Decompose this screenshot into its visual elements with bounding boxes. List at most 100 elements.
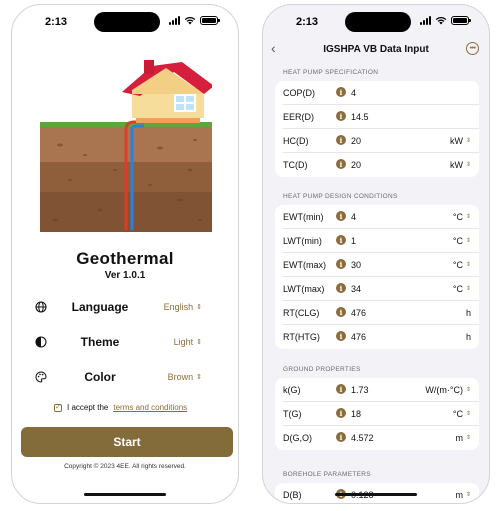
info-icon[interactable]: i — [336, 259, 346, 269]
unit-picker[interactable]: °C ⇕ — [453, 236, 471, 246]
half-circle-icon — [34, 335, 48, 349]
parameter-value-field[interactable]: 1.73 — [351, 385, 369, 395]
parameter-value-field[interactable]: 14.5 — [351, 112, 369, 122]
screenshot-canvas: 2:13 Geothermal Ver 1.0.1 Language Engli… — [0, 0, 502, 511]
dynamic-island — [94, 12, 160, 32]
info-icon[interactable]: i — [336, 159, 346, 169]
home-indicator — [335, 493, 417, 496]
form-row: T(G) i 18 °C ⇕ — [283, 402, 479, 426]
navigation-bar: ‹ IGSHPA VB Data Input ••• — [263, 37, 489, 63]
unit-text: °C — [452, 236, 463, 246]
parameter-value-field[interactable]: 476 — [351, 308, 366, 318]
color-setting-row: Color Brown ⇕ — [34, 367, 218, 387]
info-icon[interactable]: i — [336, 384, 346, 394]
globe-icon — [34, 300, 48, 314]
chevron-up-down-icon: ⇕ — [465, 262, 471, 268]
chevron-up-down-icon: ⇕ — [465, 238, 471, 244]
parameter-label: EWT(max) — [283, 260, 326, 270]
more-options-icon[interactable]: ••• — [466, 42, 479, 55]
section-title: HEAT PUMP SPECIFICATION — [283, 69, 379, 76]
dynamic-island — [345, 12, 411, 32]
unit-picker[interactable]: °C ⇕ — [453, 212, 471, 222]
parameter-label: T(G) — [283, 409, 302, 419]
info-icon[interactable]: i — [336, 135, 346, 145]
color-picker[interactable]: Brown ⇕ — [168, 372, 202, 382]
parameter-label: COP(D) — [283, 88, 315, 98]
unit-picker[interactable]: kW ⇕ — [450, 160, 471, 170]
palette-icon — [34, 370, 48, 384]
unit-text: °C — [452, 409, 463, 419]
parameter-value-field[interactable]: 20 — [351, 160, 361, 170]
copyright-text: Copyright © 2023 4EE. All rights reserve… — [64, 463, 186, 470]
unit-picker[interactable]: m ⇕ — [455, 433, 471, 443]
parameter-value-field[interactable]: 18 — [351, 409, 361, 419]
section-title: GROUND PROPERTIES — [283, 366, 361, 373]
signal-icon — [169, 16, 180, 25]
form-row: D(G,O) i 4.572 m ⇕ — [283, 426, 479, 450]
wifi-icon — [435, 16, 447, 25]
parameter-value-field[interactable]: 4 — [351, 88, 356, 98]
parameter-label: EER(D) — [283, 112, 314, 122]
parameter-value-field[interactable]: 4.572 — [351, 433, 374, 443]
phone-welcome-screen: 2:13 Geothermal Ver 1.0.1 Language Engli… — [11, 4, 239, 504]
form-row: RT(CLG) i 476 h — [283, 301, 479, 325]
unit-text: m — [455, 490, 463, 500]
form-row: HC(D) i 20 kW ⇕ — [283, 129, 479, 153]
unit-text: h — [465, 308, 471, 318]
form-row: LWT(min) i 1 °C ⇕ — [283, 229, 479, 253]
parameter-value-field[interactable]: 34 — [351, 284, 361, 294]
wifi-icon — [184, 16, 196, 25]
terms-checkbox[interactable]: ✓ — [54, 403, 62, 412]
parameter-label: RT(HTG) — [283, 332, 320, 342]
theme-setting-row: Theme Light ⇕ — [34, 332, 218, 352]
chevron-up-down-icon: ⇕ — [196, 373, 202, 381]
theme-picker[interactable]: Light ⇕ — [174, 337, 202, 347]
parameter-label: LWT(max) — [283, 284, 325, 294]
unit-label: h — [466, 332, 471, 342]
form-row: LWT(max) i 34 °C ⇕ — [283, 277, 479, 301]
status-time: 2:13 — [296, 16, 319, 28]
chevron-up-down-icon: ⇕ — [196, 303, 202, 311]
parameter-value-field[interactable]: 30 — [351, 260, 361, 270]
language-picker[interactable]: English ⇕ — [164, 302, 202, 312]
unit-picker[interactable]: W/(m·°C) ⇕ — [425, 385, 471, 395]
info-icon[interactable]: i — [336, 432, 346, 442]
chevron-up-down-icon: ⇕ — [465, 162, 471, 168]
info-icon[interactable]: i — [336, 87, 346, 97]
info-icon[interactable]: i — [336, 283, 346, 293]
unit-picker[interactable]: m ⇕ — [455, 490, 471, 500]
info-icon[interactable]: i — [336, 408, 346, 418]
theme-value: Light — [173, 337, 194, 347]
parameter-value-field[interactable]: 4 — [351, 212, 356, 222]
info-icon[interactable]: i — [336, 307, 346, 317]
parameter-value-field[interactable]: 1 — [351, 236, 356, 246]
unit-picker[interactable]: °C ⇕ — [453, 284, 471, 294]
form-row: EER(D) i 14.5 — [283, 105, 479, 129]
unit-picker[interactable]: °C ⇕ — [453, 260, 471, 270]
info-icon[interactable]: i — [336, 211, 346, 221]
parameter-label: EWT(min) — [283, 212, 324, 222]
status-bar: 2:13 — [12, 5, 238, 37]
parameter-value-field[interactable]: 20 — [351, 136, 361, 146]
info-icon[interactable]: i — [336, 331, 346, 341]
parameter-label: D(G,O) — [283, 433, 312, 443]
chevron-up-down-icon: ⇕ — [196, 338, 202, 346]
unit-picker[interactable]: kW ⇕ — [450, 136, 471, 146]
parameter-label: HC(D) — [283, 136, 309, 146]
status-icons — [420, 16, 471, 25]
form-row: EWT(max) i 30 °C ⇕ — [283, 253, 479, 277]
terms-row: ✓ I accept the terms and conditions — [54, 403, 187, 412]
form-content: HEAT PUMP SPECIFICATION COP(D) i 4 EER(D) i 14… — [263, 65, 489, 503]
info-icon[interactable]: i — [336, 111, 346, 121]
unit-text: kW — [449, 160, 463, 170]
color-value: Brown — [167, 372, 194, 382]
parameter-label: TC(D) — [283, 160, 308, 170]
terms-link[interactable]: terms and conditions — [113, 403, 187, 412]
info-icon[interactable]: i — [336, 235, 346, 245]
parameter-value-field[interactable]: 476 — [351, 332, 366, 342]
chevron-up-down-icon: ⇕ — [465, 387, 471, 393]
unit-label: h — [466, 308, 471, 318]
unit-picker[interactable]: °C ⇕ — [453, 409, 471, 419]
signal-icon — [420, 16, 431, 25]
start-button[interactable]: Start — [21, 427, 233, 457]
